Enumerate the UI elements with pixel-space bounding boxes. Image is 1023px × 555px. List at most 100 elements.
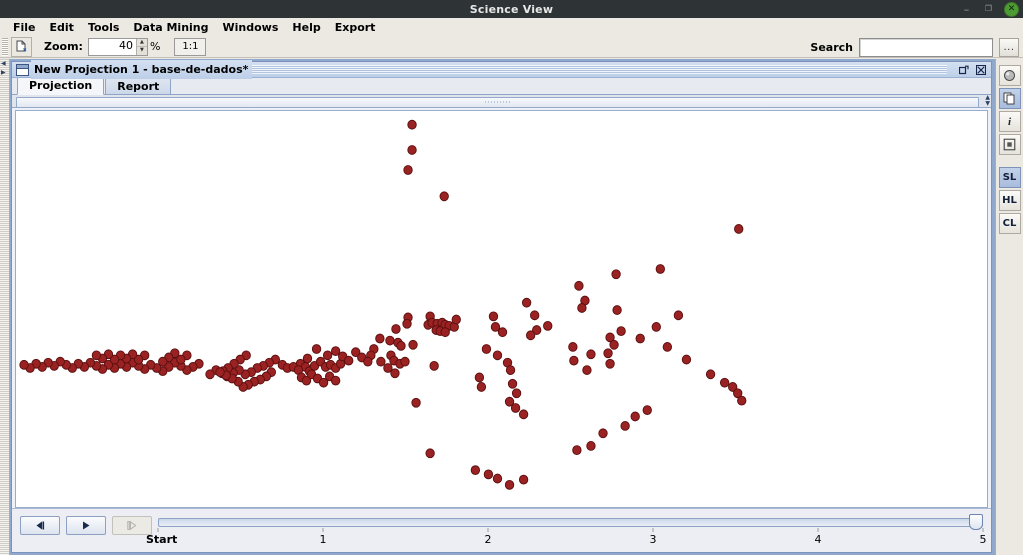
frame-icon[interactable]	[998, 134, 1021, 155]
scatter-point[interactable]	[737, 395, 747, 406]
scatter-point[interactable]	[598, 428, 608, 439]
projection-title-bar[interactable]: New Projection 1 - base-de-dados*	[12, 60, 991, 79]
menu-edit[interactable]: Edit	[43, 20, 81, 35]
scatter-point[interactable]	[483, 469, 494, 480]
scatter-point[interactable]	[390, 368, 400, 379]
sphere-icon[interactable]	[998, 65, 1021, 86]
scatter-point[interactable]	[344, 355, 354, 366]
scatter-point[interactable]	[529, 310, 540, 321]
scatter-point[interactable]	[662, 342, 673, 352]
scatter-point[interactable]	[504, 479, 515, 490]
scatter-point[interactable]	[525, 330, 536, 341]
sl-button[interactable]: SL	[998, 167, 1021, 188]
scatter-point[interactable]	[521, 297, 532, 308]
scatter-point[interactable]	[609, 339, 619, 350]
scatter-point[interactable]	[568, 342, 578, 352]
scatter-point[interactable]	[681, 354, 692, 365]
scatter-point[interactable]	[620, 421, 630, 431]
scatter-point[interactable]	[616, 326, 626, 337]
scatter-plot-canvas[interactable]	[15, 110, 988, 508]
tab-report[interactable]: Report	[105, 77, 172, 94]
menu-file[interactable]: File	[6, 20, 43, 35]
zoom-stepper[interactable]: 40 ▲ ▼	[87, 37, 148, 56]
scatter-point[interactable]	[574, 280, 584, 291]
cl-button[interactable]: CL	[998, 213, 1021, 234]
scatter-point[interactable]	[497, 327, 508, 338]
splitter-arrow-down-icon[interactable]: ▼	[985, 101, 990, 107]
scatter-point[interactable]	[407, 119, 417, 130]
scatter-point[interactable]	[385, 335, 395, 346]
zoom-increment-button[interactable]: ▲	[136, 38, 147, 47]
internal-close-button[interactable]	[974, 63, 988, 76]
scatter-point[interactable]	[451, 314, 461, 325]
timeline-slider[interactable]	[158, 514, 983, 530]
scatter-point[interactable]	[518, 474, 529, 485]
scatter-point[interactable]	[586, 441, 596, 451]
scatter-point[interactable]	[403, 165, 413, 175]
scatter-point[interactable]	[734, 224, 744, 234]
zoom-input[interactable]: 40	[88, 38, 136, 55]
scatter-point[interactable]	[577, 303, 587, 313]
scatter-point[interactable]	[408, 339, 418, 350]
scatter-point[interactable]	[407, 145, 417, 155]
scatter-point[interactable]	[569, 355, 579, 366]
toolbar-grip[interactable]	[2, 37, 8, 56]
scatter-point[interactable]	[363, 356, 373, 367]
scatter-point[interactable]	[470, 465, 481, 476]
timeline-slider-track[interactable]	[158, 518, 983, 527]
scatter-point[interactable]	[411, 397, 421, 408]
scatter-plot-svg[interactable]	[16, 111, 987, 507]
more-options-button[interactable]: ...	[999, 38, 1019, 57]
scatter-point[interactable]	[488, 311, 499, 322]
menu-data-mining[interactable]: Data Mining	[126, 20, 215, 35]
scatter-point[interactable]	[612, 305, 622, 315]
splitter-handle[interactable]	[16, 97, 979, 108]
scatter-point[interactable]	[19, 359, 29, 370]
open-document-icon[interactable]	[11, 36, 32, 57]
scatter-point[interactable]	[507, 378, 518, 389]
scatter-point[interactable]	[215, 367, 225, 378]
scatter-point[interactable]	[582, 365, 592, 375]
scatter-point[interactable]	[511, 388, 522, 399]
left-arrow-down-icon[interactable]: ▶	[1, 70, 6, 76]
zoom-decrement-button[interactable]: ▼	[136, 47, 147, 55]
scatter-point[interactable]	[322, 350, 333, 361]
scatter-point[interactable]	[673, 310, 684, 321]
maximize-button[interactable]: ❐	[982, 3, 995, 16]
scatter-point[interactable]	[492, 473, 503, 484]
scatter-point[interactable]	[572, 445, 582, 456]
scatter-point[interactable]	[492, 350, 503, 361]
scatter-point[interactable]	[655, 264, 665, 274]
menu-export[interactable]: Export	[328, 20, 383, 35]
minimize-button[interactable]: –	[960, 3, 973, 16]
scatter-point[interactable]	[400, 356, 410, 367]
scatter-point[interactable]	[376, 356, 386, 367]
zoom-reset-button[interactable]: 1:1	[174, 37, 207, 56]
scatter-point[interactable]	[651, 322, 661, 332]
scatter-point[interactable]	[91, 350, 102, 361]
internal-maximize-button[interactable]	[957, 63, 971, 76]
scatter-point[interactable]	[375, 333, 385, 344]
scatter-point[interactable]	[586, 349, 596, 360]
left-collapse-strip[interactable]: ◀ ▶	[0, 59, 10, 555]
scatter-point[interactable]	[603, 348, 613, 359]
scatter-point[interactable]	[391, 324, 401, 334]
scatter-point[interactable]	[705, 369, 716, 380]
scatter-point[interactable]	[474, 372, 485, 383]
info-icon[interactable]: i	[998, 111, 1021, 132]
scatter-point[interactable]	[543, 320, 553, 331]
scatter-point[interactable]	[518, 409, 529, 420]
scatter-point[interactable]	[396, 340, 406, 351]
scatter-point[interactable]	[611, 269, 621, 280]
scatter-point[interactable]	[330, 375, 341, 386]
play-button[interactable]	[66, 516, 106, 535]
scatter-point[interactable]	[440, 327, 450, 338]
scatter-point[interactable]	[402, 318, 412, 329]
scatter-point[interactable]	[481, 344, 492, 354]
scatter-point[interactable]	[510, 403, 521, 413]
step-back-button[interactable]	[20, 516, 60, 535]
left-arrow-up-icon[interactable]: ◀	[1, 61, 6, 67]
plot-splitter[interactable]: ▲ ▼	[12, 95, 991, 108]
menu-windows[interactable]: Windows	[216, 20, 286, 35]
scatter-point[interactable]	[311, 344, 322, 354]
